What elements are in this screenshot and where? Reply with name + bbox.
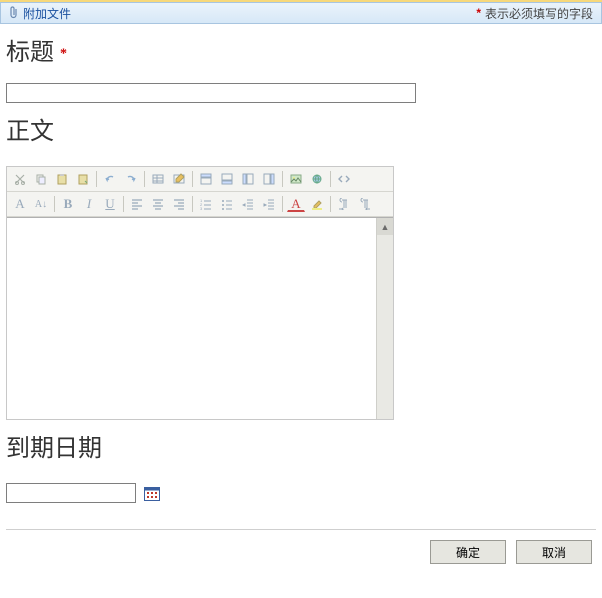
paste-special-icon[interactable] [74, 170, 92, 188]
ordered-list-icon[interactable]: 123 [197, 195, 215, 213]
title-field-label: 标题 * [0, 24, 602, 69]
cancel-button[interactable]: 取消 [516, 540, 592, 564]
button-row: 确定 取消 [0, 530, 602, 576]
calendar-icon[interactable] [144, 486, 160, 501]
ok-button[interactable]: 确定 [430, 540, 506, 564]
title-input[interactable] [6, 83, 416, 103]
attach-file-link[interactable]: 附加文件 [9, 5, 71, 22]
font-family-icon[interactable]: A↓ [32, 195, 50, 213]
toolbar-separator [282, 196, 283, 212]
date-input[interactable] [6, 483, 136, 503]
editor-toolbar-row-2: A A↓ B I U 123 A [7, 192, 393, 217]
toolbar-separator [282, 171, 283, 187]
scroll-up-icon[interactable]: ▲ [377, 218, 393, 235]
toolbar-separator [54, 196, 55, 212]
link-icon[interactable] [308, 170, 326, 188]
underline-icon[interactable]: U [101, 195, 119, 213]
required-fields-note: * 表示必须填写的字段 [476, 5, 593, 22]
editor-content-area: ▲ [7, 217, 393, 419]
paperclip-icon [9, 6, 19, 20]
edit-table-icon[interactable] [170, 170, 188, 188]
toolbar-separator [192, 196, 193, 212]
rtl-icon[interactable] [356, 195, 374, 213]
date-field-row [6, 483, 596, 503]
toolbar-separator [96, 171, 97, 187]
insert-col-right-icon[interactable] [260, 170, 278, 188]
italic-icon[interactable]: I [80, 195, 98, 213]
paste-icon[interactable] [53, 170, 71, 188]
insert-table-icon[interactable] [149, 170, 167, 188]
html-mode-icon[interactable] [335, 170, 353, 188]
outdent-icon[interactable] [239, 195, 257, 213]
insert-col-left-icon[interactable] [239, 170, 257, 188]
header-bar: 附加文件 * 表示必须填写的字段 [0, 2, 602, 24]
align-left-icon[interactable] [128, 195, 146, 213]
attach-file-label: 附加文件 [23, 5, 71, 22]
insert-row-above-icon[interactable] [197, 170, 215, 188]
toolbar-separator [330, 171, 331, 187]
body-field-label: 正文 [0, 103, 602, 148]
ltr-icon[interactable] [335, 195, 353, 213]
image-icon[interactable] [287, 170, 305, 188]
copy-icon[interactable] [32, 170, 50, 188]
asterisk-icon: * [60, 46, 67, 61]
undo-icon[interactable] [101, 170, 119, 188]
toolbar-separator [144, 171, 145, 187]
indent-icon[interactable] [260, 195, 278, 213]
font-size-icon[interactable]: A [11, 195, 29, 213]
editor-toolbar-row-1 [7, 167, 393, 192]
rich-text-editor: A A↓ B I U 123 A ▲ [6, 166, 394, 420]
toolbar-separator [192, 171, 193, 187]
scrollbar[interactable]: ▲ [376, 218, 393, 419]
toolbar-separator [330, 196, 331, 212]
required-note-text: 表示必须填写的字段 [485, 5, 593, 22]
asterisk-icon: * [476, 6, 481, 20]
align-right-icon[interactable] [170, 195, 188, 213]
svg-text:3: 3 [200, 206, 203, 210]
cut-icon[interactable] [11, 170, 29, 188]
unordered-list-icon[interactable] [218, 195, 236, 213]
redo-icon[interactable] [122, 170, 140, 188]
toolbar-separator [123, 196, 124, 212]
bold-icon[interactable]: B [59, 195, 77, 213]
body-textarea[interactable] [7, 218, 376, 419]
align-center-icon[interactable] [149, 195, 167, 213]
date-field-label: 到期日期 [0, 420, 602, 465]
font-color-icon[interactable]: A [287, 196, 305, 212]
insert-row-below-icon[interactable] [218, 170, 236, 188]
bg-color-icon[interactable] [308, 195, 326, 213]
